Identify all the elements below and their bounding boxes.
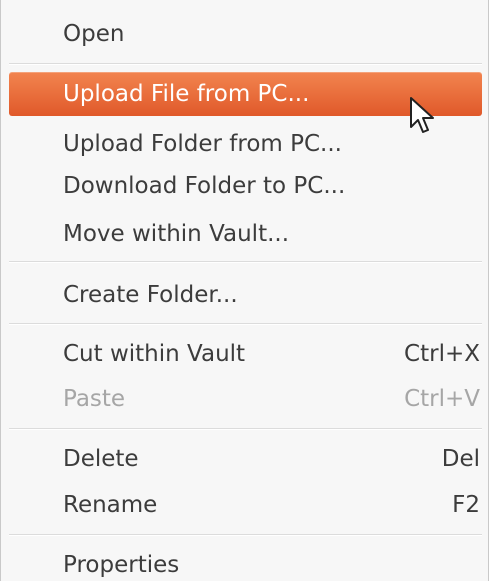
menu-item-move-within-vault[interactable]: Move within Vault... xyxy=(9,212,482,256)
menu-item-create-folder[interactable]: Create Folder... xyxy=(9,273,482,317)
mouse-pointer-icon xyxy=(410,97,434,133)
menu-item-shortcut: Ctrl+X xyxy=(404,341,480,367)
menu-item-shortcut: F2 xyxy=(452,492,480,518)
menu-item-download-folder[interactable]: Download Folder to PC... xyxy=(9,164,482,208)
menu-item-cut-within-vault[interactable]: Cut within Vault Ctrl+X xyxy=(9,332,482,376)
menu-item-shortcut: Ctrl+V xyxy=(404,386,480,412)
menu-item-label: Cut within Vault xyxy=(63,341,246,367)
menu-item-label: Paste xyxy=(63,386,126,412)
menu-separator xyxy=(9,261,482,263)
menu-item-label: Rename xyxy=(63,492,158,518)
menu-item-label: Download Folder to PC... xyxy=(63,173,346,199)
menu-item-rename[interactable]: Rename F2 xyxy=(9,483,482,527)
menu-item-delete[interactable]: Delete Del xyxy=(9,437,482,481)
menu-item-properties[interactable]: Properties xyxy=(9,543,482,587)
menu-item-label: Delete xyxy=(63,446,139,472)
menu-item-label: Create Folder... xyxy=(63,282,238,308)
menu-separator xyxy=(9,63,482,65)
menu-item-open[interactable]: Open xyxy=(9,12,482,56)
menu-separator xyxy=(9,534,482,536)
menu-separator xyxy=(9,428,482,430)
menu-item-paste[interactable]: Paste Ctrl+V xyxy=(9,377,482,421)
menu-item-label: Open xyxy=(63,21,125,47)
menu-item-shortcut: Del xyxy=(441,446,480,472)
menu-item-label: Move within Vault... xyxy=(63,221,290,247)
context-menu: Open Upload File from PC... Upload Folde… xyxy=(0,0,489,581)
menu-separator xyxy=(9,323,482,325)
menu-item-label: Properties xyxy=(63,552,180,578)
